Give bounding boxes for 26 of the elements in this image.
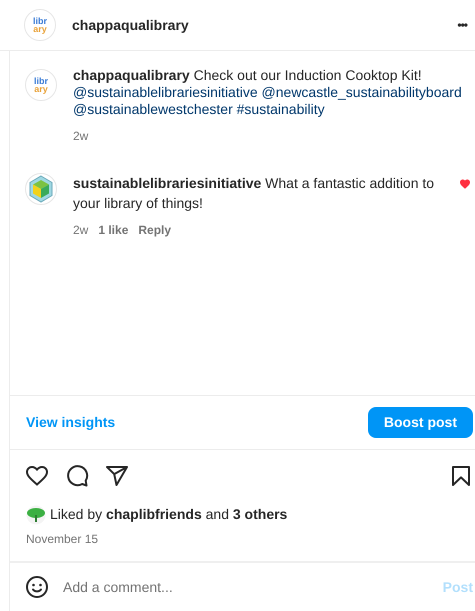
comment-input[interactable]: Add a comment... (63, 576, 443, 598)
comment-text: sustainablelibrariesinitiative What a fantastic addition to your library of things! (73, 174, 436, 213)
username-link[interactable]: chappaqualibrary (72, 14, 189, 36)
reply-button[interactable]: Reply (138, 221, 172, 239)
share-icon[interactable] (105, 464, 129, 488)
bookmark-icon[interactable] (449, 464, 473, 488)
likes-text: Liked by chaplibfriends and 3 others (50, 505, 288, 524)
emoji-icon[interactable] (25, 575, 49, 599)
more-options-button[interactable]: ••• (457, 16, 467, 34)
comment-icon[interactable] (65, 464, 89, 488)
hexagon-logo-icon[interactable] (25, 173, 57, 205)
library-logo[interactable]: libr ary (25, 69, 57, 101)
post-date: November 15 (26, 532, 98, 546)
likes-count-button[interactable]: 1 like (98, 221, 128, 239)
post-time: 2w (73, 128, 88, 145)
tag-link[interactable]: @sustainablewestchester (73, 101, 233, 117)
username-link[interactable]: chappaqualibrary (73, 67, 190, 83)
tree-avatar-icon[interactable] (26, 504, 46, 524)
username-link[interactable]: sustainablelibrariesinitiative (73, 175, 262, 191)
heart-icon[interactable] (25, 464, 49, 488)
caption-text: chappaqualibrary Check out our Induction Cooktop Kit! @sustainablelibrariesinitiative @newcastle_sustainabilityboard @sustainablewestchester #sustainability (73, 67, 463, 118)
tag-link[interactable]: #sustainability (236, 101, 325, 117)
library-logo[interactable]: libr ary (24, 9, 56, 41)
tag-link[interactable]: @sustainablelibrariesinitiative (73, 84, 258, 100)
tag-link[interactable]: @newcastle_sustainabilityboard (262, 84, 462, 100)
comment-time: 2w (73, 222, 88, 239)
